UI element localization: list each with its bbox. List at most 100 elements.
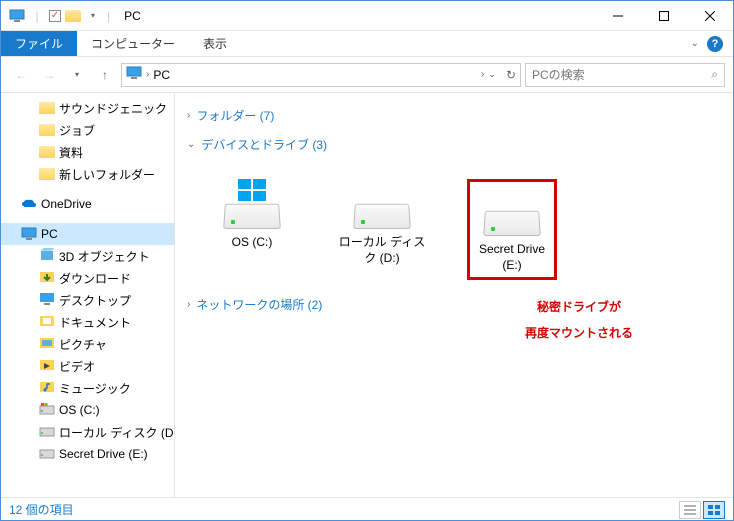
addressbar[interactable]: › PC › ⌄ ↻: [121, 63, 521, 87]
back-button[interactable]: ←: [9, 63, 33, 87]
maximize-button[interactable]: [641, 1, 687, 31]
drive-icon: [218, 179, 286, 229]
refresh-button[interactable]: ↻: [506, 68, 516, 82]
drives-row: OS (C:) ローカル ディスク (D:) Secret Drive (E:): [187, 159, 721, 290]
tab-view[interactable]: 表示: [189, 31, 241, 56]
drive-label: Secret Drive (E:): [474, 242, 550, 273]
group-label: フォルダー (7): [196, 107, 274, 124]
tab-file[interactable]: ファイル: [1, 31, 77, 56]
sidebar-item-pc-child[interactable]: ドキュメント: [1, 311, 174, 333]
drive-icon: [478, 186, 546, 236]
sidebar-item-pc-child[interactable]: ダウンロード: [1, 267, 174, 289]
breadcrumb-location[interactable]: PC: [153, 68, 477, 82]
sidebar-item-pc-child[interactable]: Secret Drive (E:): [1, 443, 174, 465]
sidebar-item-pc-child[interactable]: ビデオ: [1, 355, 174, 377]
chevron-down-icon: ⌄: [187, 139, 195, 150]
sidebar-item-label: OneDrive: [41, 197, 92, 211]
folder-icon[interactable]: [65, 8, 81, 24]
sidebar-item-quick[interactable]: 新しいフォルダー: [1, 163, 174, 185]
sidebar-item-pc-child[interactable]: OS (C:): [1, 399, 174, 421]
item-count: 12 個の項目: [9, 501, 74, 518]
drive-label: OS (C:): [232, 235, 273, 251]
sidebar-item-label: サウンドジェニック: [59, 100, 167, 117]
folder-icon: [39, 102, 55, 114]
sidebar-item-quick[interactable]: 資料: [1, 141, 174, 163]
sidebar-item-label: ジョブ: [59, 122, 95, 139]
search-icon[interactable]: ⌕: [711, 67, 718, 82]
breadcrumb-sep: ›: [146, 69, 149, 80]
drive-item[interactable]: ローカル ディスク (D:): [337, 179, 427, 280]
window-controls: [595, 1, 733, 31]
pic-icon: [39, 336, 55, 353]
forward-button[interactable]: →: [37, 63, 61, 87]
sidebar-item-label: 新しいフォルダー: [59, 166, 155, 183]
group-drives[interactable]: ⌄ デバイスとドライブ (3): [187, 130, 721, 159]
video-icon: [39, 358, 55, 375]
tab-computer[interactable]: コンピューター: [77, 31, 189, 56]
annotation-text: 秘密ドライブが再度マウントされる: [525, 293, 633, 344]
pc-icon: [9, 8, 25, 24]
up-button[interactable]: ↑: [93, 63, 117, 87]
help-icon[interactable]: ?: [707, 36, 723, 52]
qat-dropdown-icon[interactable]: ▾: [85, 8, 101, 24]
down-icon: [39, 270, 55, 287]
group-network[interactable]: › ネットワークの場所 (2): [187, 290, 721, 319]
titlebar: | ✓ ▾ | PC: [1, 1, 733, 31]
close-button[interactable]: [687, 1, 733, 31]
quick-access-toolbar: | ✓ ▾ |: [1, 8, 120, 24]
group-label: ネットワークの場所 (2): [196, 296, 322, 313]
sidebar-item-pc-child[interactable]: ピクチャ: [1, 333, 174, 355]
sidebar-item-onedrive[interactable]: OneDrive: [1, 193, 174, 215]
chevron-right-icon: ›: [187, 110, 190, 121]
doc-icon: [39, 314, 55, 331]
drive-icon: [39, 425, 55, 440]
checkbox-icon[interactable]: ✓: [49, 10, 61, 22]
folder-icon: [39, 124, 55, 136]
recent-dropdown[interactable]: ▾: [65, 63, 89, 87]
ribbon-expand-icon[interactable]: ⌄: [691, 38, 699, 49]
music-icon: [39, 380, 55, 397]
breadcrumb-sep: ›: [481, 69, 484, 80]
sidebar-item-pc-child[interactable]: ミュージック: [1, 377, 174, 399]
group-folders[interactable]: › フォルダー (7): [187, 101, 721, 130]
group-label: デバイスとドライブ (3): [201, 136, 327, 153]
ribbon-right: ⌄ ?: [691, 31, 733, 56]
drive-label: ローカル ディスク (D:): [337, 235, 427, 266]
sidebar-item-label: 3D オブジェクト: [59, 248, 150, 265]
searchbox[interactable]: ⌕: [525, 63, 725, 87]
statusbar: 12 個の項目: [1, 497, 733, 521]
chevron-right-icon: ›: [187, 299, 190, 310]
onedrive-icon: [21, 198, 37, 210]
minimize-button[interactable]: [595, 1, 641, 31]
navbar: ← → ▾ ↑ › PC › ⌄ ↻ ⌕: [1, 57, 733, 93]
drive-icon: [39, 447, 55, 462]
drive-item[interactable]: OS (C:): [207, 179, 297, 280]
view-toggle: [679, 501, 725, 519]
details-view-button[interactable]: [679, 501, 701, 519]
search-input[interactable]: [532, 68, 711, 82]
large-icons-view-button[interactable]: [703, 501, 725, 519]
folder-icon: [39, 146, 55, 158]
sidebar-item-label: 資料: [59, 144, 83, 161]
drive-item[interactable]: Secret Drive (E:): [467, 179, 557, 280]
sidebar: サウンドジェニック ジョブ 資料 新しいフォルダー OneDrive PC 3D…: [1, 93, 175, 497]
sidebar-item-label: ダウンロード: [59, 270, 131, 287]
sidebar-item-pc[interactable]: PC: [1, 223, 174, 245]
sidebar-item-label: デスクトップ: [59, 292, 131, 309]
sidebar-item-pc-child[interactable]: 3D オブジェクト: [1, 245, 174, 267]
sidebar-item-pc-child[interactable]: ローカル ディスク (D:): [1, 421, 174, 443]
qat-divider: |: [107, 9, 110, 23]
sidebar-item-quick[interactable]: サウンドジェニック: [1, 97, 174, 119]
drive-icon: [348, 179, 416, 229]
folder-icon: [39, 168, 55, 180]
sidebar-item-quick[interactable]: ジョブ: [1, 119, 174, 141]
pc-icon: [126, 66, 142, 83]
sidebar-item-pc-child[interactable]: デスクトップ: [1, 289, 174, 311]
sidebar-item-label: ミュージック: [59, 380, 131, 397]
addressbar-dropdown-icon[interactable]: ⌄: [488, 69, 496, 80]
sidebar-item-label: ドキュメント: [59, 314, 131, 331]
sidebar-item-label: ピクチャ: [59, 336, 107, 353]
window-title: PC: [120, 9, 595, 23]
sidebar-item-label: ローカル ディスク (D:): [59, 424, 174, 441]
pc-icon: [21, 227, 37, 241]
